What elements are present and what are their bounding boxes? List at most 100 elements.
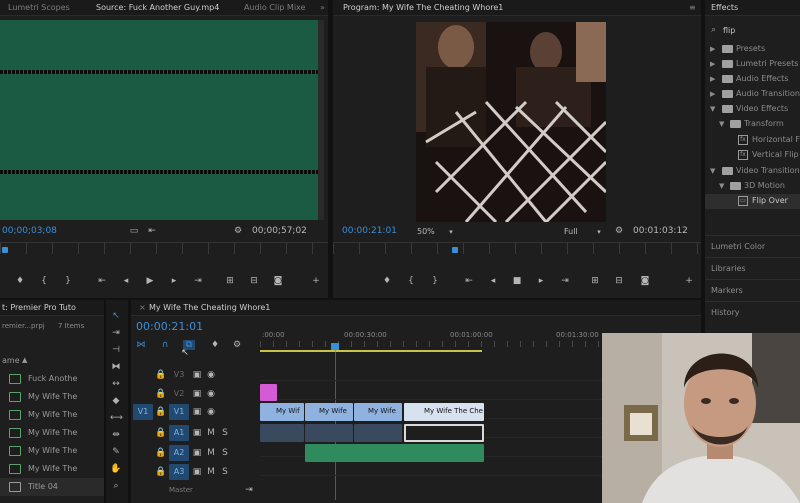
source-playhead[interactable] bbox=[2, 247, 8, 253]
v1-clip-4[interactable]: My Wife The Che bbox=[404, 403, 484, 421]
source-scrollbar[interactable] bbox=[318, 20, 324, 220]
section-libraries[interactable]: Libraries bbox=[705, 257, 800, 279]
program-playhead[interactable] bbox=[452, 247, 458, 253]
program-time-ruler[interactable] bbox=[333, 242, 701, 254]
pink-clip-v2[interactable] bbox=[260, 384, 277, 401]
track-label-a3[interactable]: A3 bbox=[169, 464, 189, 480]
source-fit-icon[interactable]: ▭ bbox=[128, 226, 140, 236]
source-marker-icon[interactable]: ♦ bbox=[14, 276, 26, 286]
track-eye-icon[interactable]: ◉ bbox=[205, 370, 217, 380]
pen-tool-icon[interactable]: ✎ bbox=[110, 446, 122, 458]
section-lumetri-color[interactable]: Lumetri Color bbox=[705, 235, 800, 257]
a1-clip-3[interactable] bbox=[354, 424, 402, 442]
a1-clip-2[interactable] bbox=[305, 424, 353, 442]
list-item[interactable]: My Wife The bbox=[0, 442, 104, 460]
track-lock-icon[interactable]: 🔒 bbox=[155, 467, 167, 477]
sort-up-icon[interactable]: ▲ bbox=[22, 356, 27, 364]
timeline-playhead-handle[interactable] bbox=[331, 343, 339, 350]
effects-tree-item-horizontal-flip[interactable]: fx Horizontal Fl bbox=[705, 133, 800, 148]
track-label-v3[interactable]: V3 bbox=[169, 367, 189, 383]
track-label-a2[interactable]: A2 bbox=[169, 445, 189, 461]
effects-tree-item-video-transitions[interactable]: ▼ Video Transitions bbox=[705, 164, 800, 179]
effects-tree-item-vertical-flip[interactable]: fx Vertical Flip bbox=[705, 148, 800, 163]
program-stop-icon[interactable]: ■ bbox=[511, 276, 523, 286]
a1-clip-1[interactable] bbox=[260, 424, 304, 442]
timeline-close-icon[interactable]: × bbox=[139, 303, 146, 312]
effects-tree-item-3d-motion[interactable]: ▼ 3D Motion bbox=[705, 179, 800, 194]
section-history[interactable]: History bbox=[705, 301, 800, 323]
effects-tree-item-lumetri-presets[interactable]: ▶ Lumetri Presets bbox=[705, 57, 800, 72]
program-mark-out-icon[interactable]: } bbox=[429, 276, 441, 286]
slide-tool-icon[interactable]: ⇹ bbox=[110, 429, 122, 441]
ripple-edit-tool-icon[interactable]: ⊣ bbox=[110, 344, 122, 356]
nest-icon[interactable]: ⋈ bbox=[135, 340, 147, 350]
list-item[interactable]: Title 04 bbox=[0, 478, 104, 496]
program-quality-chevron-icon[interactable]: ▾ bbox=[593, 227, 605, 237]
source-overwrite-icon[interactable]: ⊟ bbox=[248, 276, 260, 286]
program-zoom-chevron-icon[interactable]: ▾ bbox=[445, 227, 457, 237]
program-goto-out-icon[interactable]: ⇥ bbox=[559, 276, 571, 286]
track-label-a1[interactable]: A1 bbox=[169, 425, 189, 441]
program-add-button-icon[interactable]: + bbox=[683, 276, 695, 286]
list-item[interactable]: Fuck Anothe bbox=[0, 370, 104, 388]
source-step-back-icon[interactable]: ◂ bbox=[120, 276, 132, 286]
source-export-frame-icon[interactable]: ◙ bbox=[272, 276, 284, 286]
rolling-edit-tool-icon[interactable]: ⧓ bbox=[110, 361, 122, 373]
rate-stretch-tool-icon[interactable]: ↔ bbox=[110, 378, 122, 390]
tab-sequence[interactable]: My Wife The Cheating Whore1 bbox=[149, 303, 270, 312]
tab-lumetri-scopes[interactable]: Lumetri Scopes bbox=[8, 3, 70, 12]
track-solo-button[interactable]: S bbox=[219, 467, 231, 477]
source-time-ruler[interactable] bbox=[0, 242, 328, 254]
effects-tree-item-audio-transitions[interactable]: ▶ Audio Transitions bbox=[705, 87, 800, 102]
zoom-tool-icon[interactable]: ⌕ bbox=[110, 480, 122, 492]
v1-clip-1[interactable]: My Wif bbox=[260, 403, 304, 421]
section-markers[interactable]: Markers bbox=[705, 279, 800, 301]
track-sync-icon[interactable]: ▣ bbox=[191, 428, 203, 438]
tabs-overflow-icon[interactable]: » bbox=[320, 3, 325, 12]
source-insert-icon[interactable]: ⇤ bbox=[146, 226, 158, 236]
track-lock-icon[interactable]: 🔒 bbox=[155, 448, 167, 458]
source-settings-icon[interactable]: ⚙ bbox=[232, 226, 244, 236]
track-eye-icon[interactable]: ◉ bbox=[205, 407, 217, 417]
source-play-icon[interactable]: ▶ bbox=[144, 276, 156, 286]
source-insert-button-icon[interactable]: ⊞ bbox=[224, 276, 236, 286]
track-lock-icon[interactable]: 🔒 bbox=[155, 370, 167, 380]
program-timecode-in[interactable]: 00:00:21:01 bbox=[342, 226, 397, 236]
track-sync-icon[interactable]: ▣ bbox=[191, 467, 203, 477]
tab-program[interactable]: Program: My Wife The Cheating Whore1 bbox=[343, 3, 503, 12]
program-mark-in-icon[interactable]: { bbox=[405, 276, 417, 286]
source-goto-out-icon[interactable]: ⇥ bbox=[192, 276, 204, 286]
tab-source[interactable]: Source: Fuck Another Guy.mp4 bbox=[96, 3, 219, 12]
track-label-v2[interactable]: V2 bbox=[169, 386, 189, 402]
track-mute-button[interactable]: M bbox=[205, 428, 217, 438]
program-menu-icon[interactable]: ≡ bbox=[689, 3, 696, 12]
timeline-timecode[interactable]: 00:00:21:01 bbox=[136, 320, 203, 333]
source-mark-out-icon[interactable]: } bbox=[62, 276, 74, 286]
track-label-v1[interactable]: V1 bbox=[169, 404, 189, 420]
add-marker-icon[interactable]: ♦ bbox=[209, 340, 221, 350]
list-item[interactable]: My Wife The bbox=[0, 460, 104, 478]
program-step-back-icon[interactable]: ◂ bbox=[487, 276, 499, 286]
program-lift-icon[interactable]: ⊞ bbox=[589, 276, 601, 286]
program-extract-icon[interactable]: ⊟ bbox=[613, 276, 625, 286]
effects-tree-item-video-effects[interactable]: ▼ Video Effects bbox=[705, 102, 800, 117]
slip-tool-icon[interactable]: ⟷ bbox=[110, 412, 123, 424]
v1-clip-2[interactable]: My Wife bbox=[305, 403, 353, 421]
track-solo-button[interactable]: S bbox=[219, 448, 231, 458]
effects-tree-item-transform[interactable]: ▼ Transform bbox=[705, 117, 800, 132]
effects-tree-item-presets[interactable]: ▶ Presets bbox=[705, 42, 800, 57]
source-timecode-in[interactable]: 00;00;03;08 bbox=[2, 226, 57, 236]
program-export-frame-icon[interactable]: ◙ bbox=[639, 276, 651, 286]
timeline-settings-icon[interactable]: ⚙ bbox=[231, 340, 243, 350]
master-go-to-icon[interactable]: ⇥ bbox=[243, 485, 255, 495]
track-sync-icon[interactable]: ▣ bbox=[191, 448, 203, 458]
program-settings-icon[interactable]: ⚙ bbox=[613, 226, 625, 236]
list-item[interactable]: My Wife The bbox=[0, 424, 104, 442]
source-patch-v1[interactable]: V1 bbox=[133, 404, 153, 420]
source-add-button-icon[interactable]: + bbox=[310, 276, 322, 286]
project-name-header[interactable]: ame bbox=[2, 356, 20, 365]
program-step-forward-icon[interactable]: ▸ bbox=[535, 276, 547, 286]
tab-project[interactable]: t: Premier Pro Tuto bbox=[2, 303, 76, 312]
list-item[interactable]: My Wife The bbox=[0, 406, 104, 424]
program-quality-select[interactable]: Full bbox=[564, 227, 578, 236]
